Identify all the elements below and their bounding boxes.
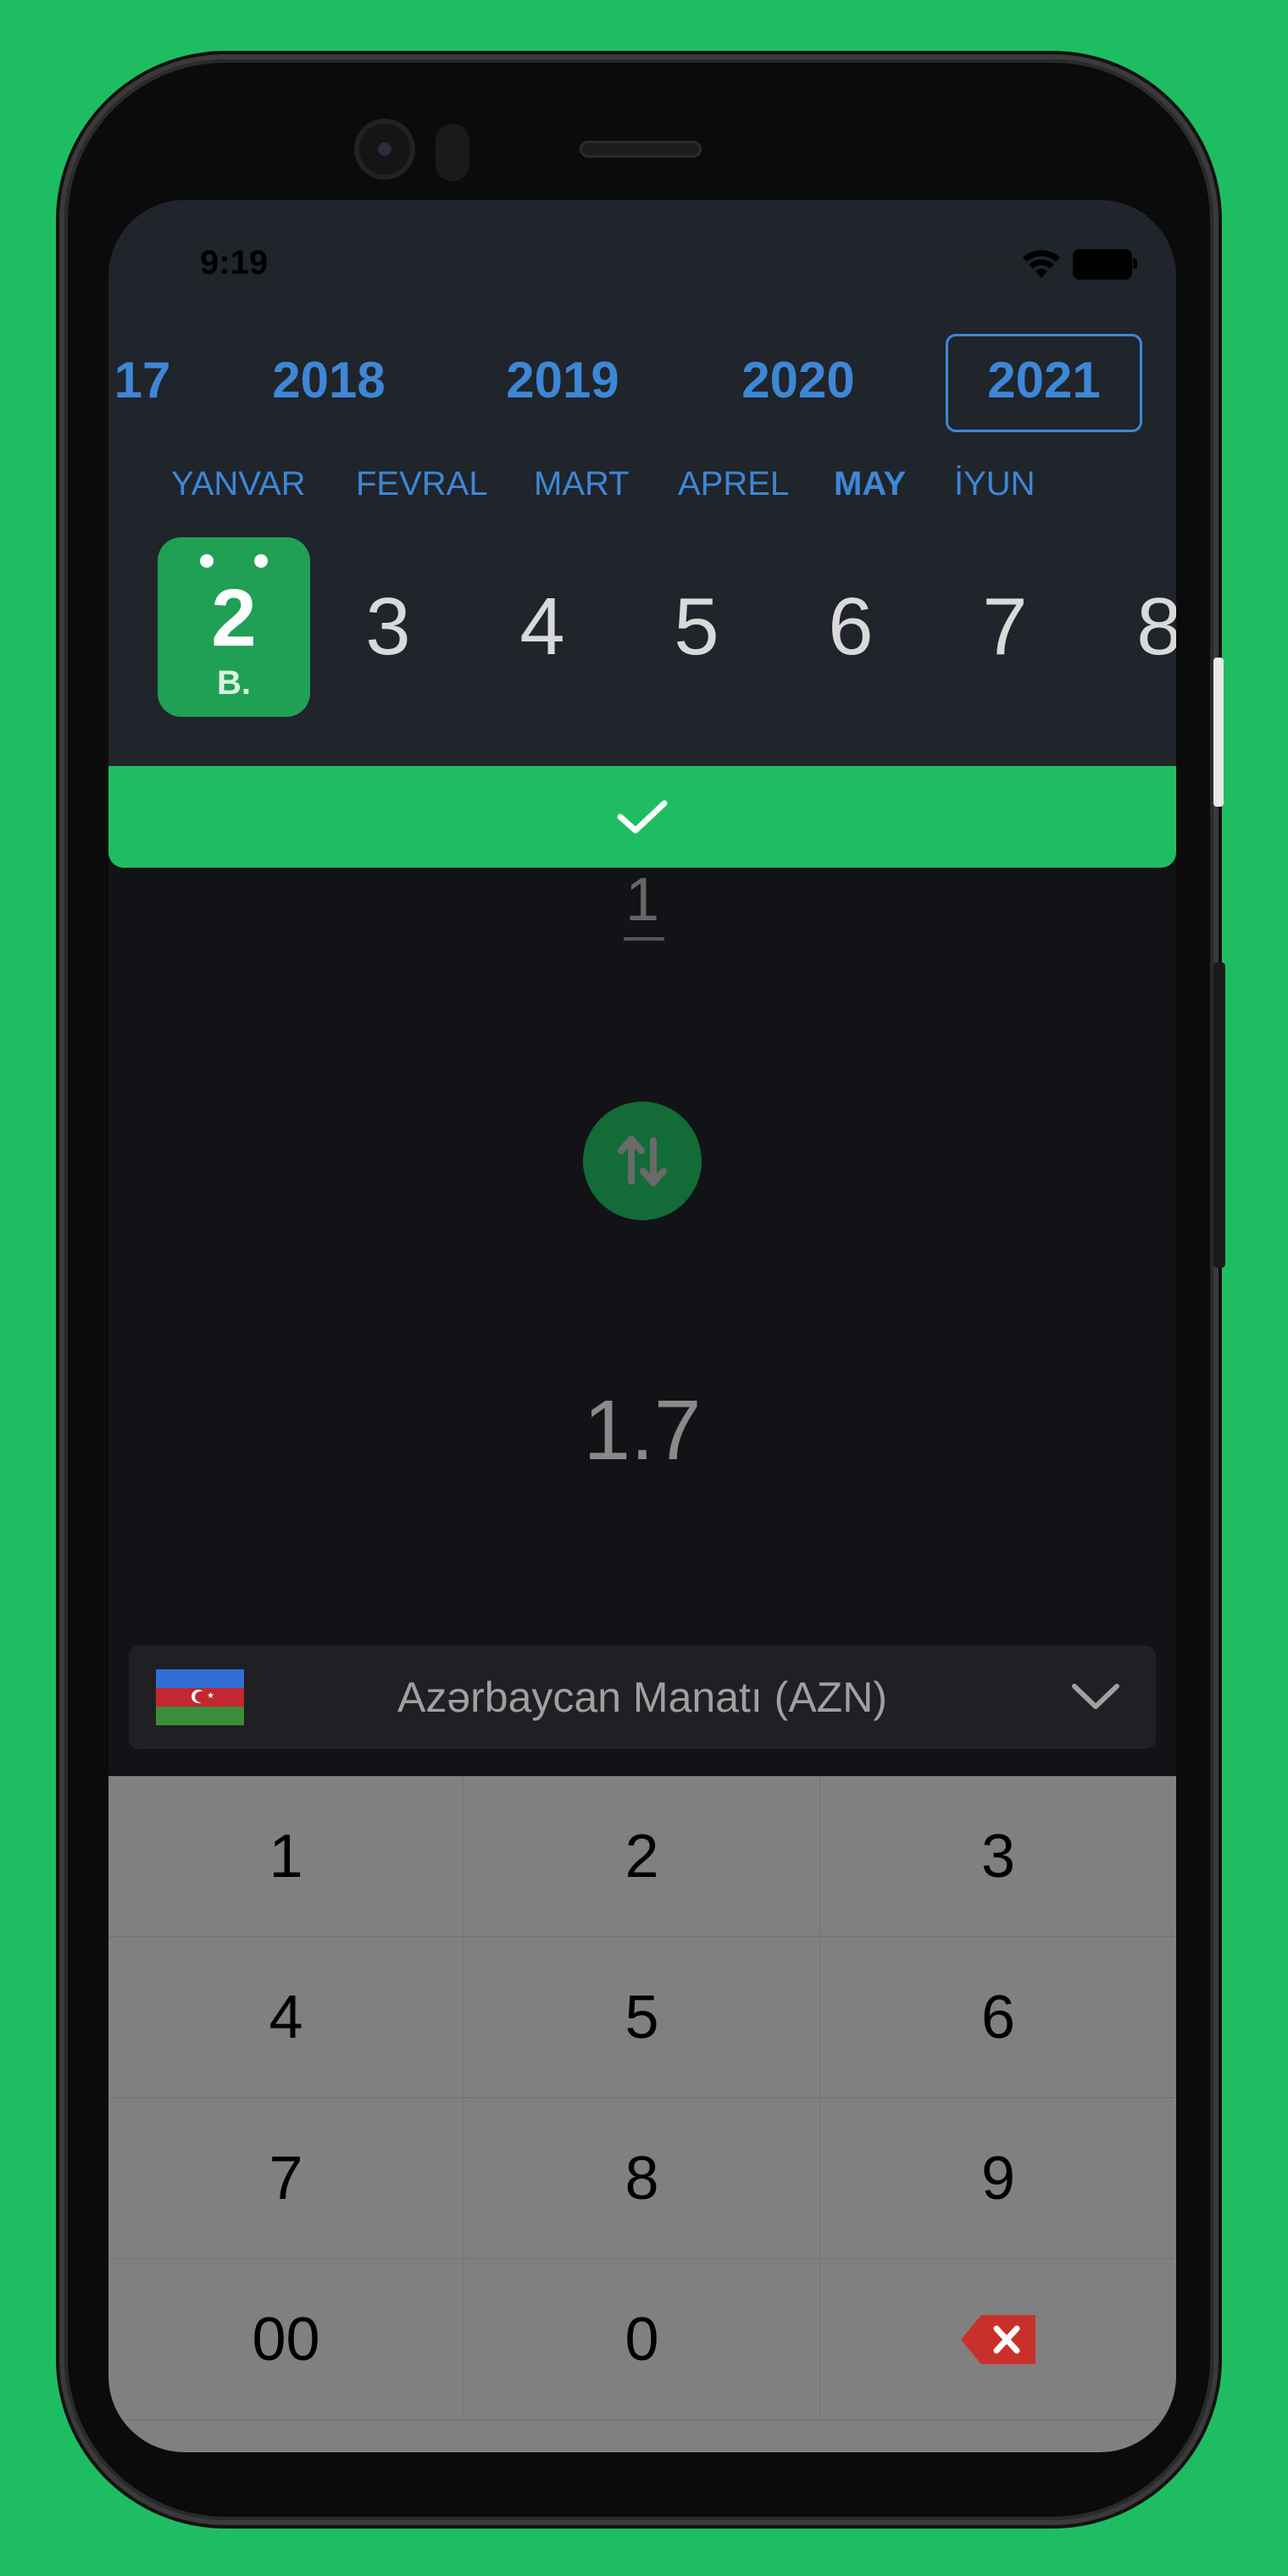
day-item[interactable]: 3 [312,537,464,717]
key-2[interactable]: 2 [464,1776,820,1937]
swap-arrows-icon [618,1135,667,1186]
input-underline [624,937,664,941]
checkmark-icon [617,800,668,834]
month-item[interactable]: YANVAR [171,454,306,514]
month-item[interactable]: FEVRAL [356,454,488,514]
date-picker-panel: 9:19 17 2018 2019 2020 2021 YANVAR FEVRA… [108,200,1176,766]
key-9[interactable]: 9 [820,2098,1176,2259]
day-number: 2 [211,573,257,663]
volume-button [1213,963,1225,1268]
battery-icon [1073,249,1137,280]
front-camera [354,119,415,180]
wifi-icon [1023,250,1060,278]
key-0[interactable]: 0 [464,2259,820,2420]
key-3[interactable]: 3 [820,1776,1176,1937]
earpiece-speaker [580,141,702,158]
numeric-keypad: 1 2 3 4 5 6 7 8 9 00 0 [108,1776,1176,2452]
month-item-selected[interactable]: MAY [834,454,906,514]
day-item[interactable]: 8 [1083,537,1176,717]
calendar-dot-icon [200,554,214,568]
currency-name: Azərbaycan Manatı (AZN) [397,1674,887,1721]
status-icons [967,247,1137,281]
amount-input[interactable]: 1 [108,866,1176,934]
backspace-key[interactable] [820,2259,1176,2420]
app-screen: 9:19 17 2018 2019 2020 2021 YANVAR FEVRA… [108,200,1176,2452]
swap-currencies-button[interactable] [583,1102,702,1220]
day-weekday: B. [217,664,251,702]
status-time: 9:19 [200,244,269,281]
cellular-signal-icon [967,260,1010,269]
key-00[interactable]: 00 [108,2259,464,2420]
day-item[interactable]: 4 [466,537,619,717]
chevron-down-icon [1072,1684,1119,1709]
key-5[interactable]: 5 [464,1937,820,2098]
year-item[interactable]: 2018 [236,334,422,427]
key-8[interactable]: 8 [464,2098,820,2259]
day-item-selected[interactable]: 2 B. [158,537,310,717]
year-selector: 17 2018 2019 2020 2021 [108,334,1176,432]
sensor [436,124,469,181]
day-item[interactable]: 7 [929,537,1081,717]
camera-lens [378,142,391,156]
year-item[interactable]: 2020 [705,334,891,427]
day-selector: 2 B. 3 4 5 6 7 8 [108,537,1176,717]
month-item[interactable]: İYUN [954,454,1035,514]
converted-amount: 1.7 [583,1383,702,1478]
currency-selector[interactable]: ★ Azərbaycan Manatı (AZN) [129,1646,1156,1749]
year-item[interactable]: 17 [108,334,193,427]
power-button [1213,658,1224,807]
day-item[interactable]: 6 [774,537,927,717]
key-4[interactable]: 4 [108,1937,464,2098]
key-1[interactable]: 1 [108,1776,464,1937]
confirm-date-button[interactable] [108,766,1176,868]
month-item[interactable]: MART [534,454,630,514]
status-bar: 9:19 [108,200,1176,310]
key-6[interactable]: 6 [820,1937,1176,2098]
year-item[interactable]: 2019 [469,334,656,427]
key-7[interactable]: 7 [108,2098,464,2259]
day-item[interactable]: 5 [620,537,773,717]
calendar-dot-icon [254,554,268,568]
month-item[interactable]: APREL [678,454,789,514]
month-selector: YANVAR FEVRAL MART APREL MAY İYUN [108,454,1176,514]
year-item-selected[interactable]: 2021 [946,334,1142,432]
backspace-icon [961,2314,1035,2364]
